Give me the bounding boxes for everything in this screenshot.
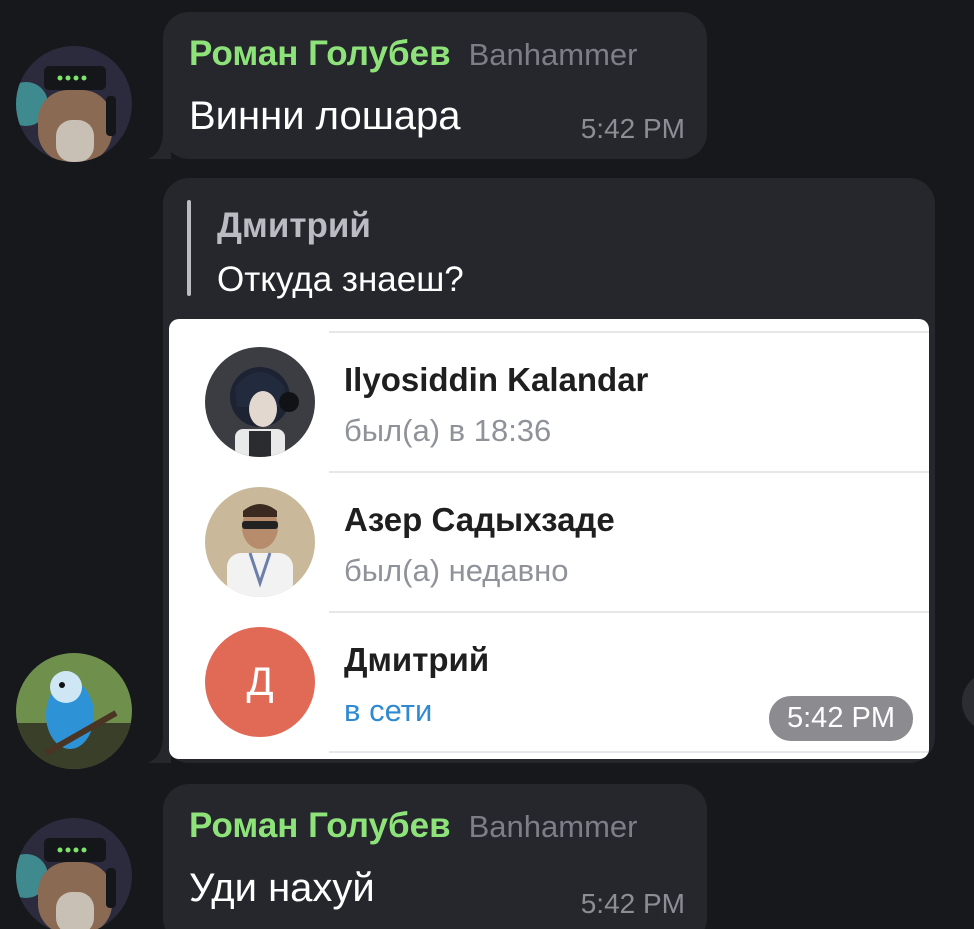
contact-status: был(а) недавно bbox=[344, 553, 569, 588]
sender-row: Роман Голубев Banhammer bbox=[189, 34, 637, 74]
contact-name: Дмитрий bbox=[344, 641, 490, 678]
contact-status-online: в сети bbox=[344, 693, 433, 728]
scroll-down-button[interactable] bbox=[962, 672, 974, 732]
chat-view: Роман Голубев Banhammer Винни лошара 5:42… bbox=[0, 0, 974, 929]
message-time: 5:42 PM bbox=[580, 113, 685, 144]
reply-bar bbox=[187, 200, 191, 296]
sender-name[interactable]: Роман Голубев bbox=[189, 806, 451, 845]
message-time: 5:42 PM bbox=[580, 888, 685, 919]
sender-row: Роман Голубев Banhammer bbox=[189, 806, 637, 846]
contact-row: Азер Садыхзаде был(а) недавно bbox=[169, 471, 929, 611]
anime-headphones-avatar-icon bbox=[205, 347, 315, 457]
contact-status: был(а) в 18:36 bbox=[344, 413, 552, 448]
message-text: Уди нахуй bbox=[189, 866, 375, 910]
bubble-tail bbox=[147, 739, 171, 763]
person-photo-avatar-icon bbox=[205, 487, 315, 597]
reply-text: Откуда знаеш? bbox=[217, 260, 464, 299]
sender-badge: Banhammer bbox=[468, 37, 638, 72]
sender-avatar[interactable] bbox=[16, 653, 132, 769]
sender-avatar[interactable] bbox=[16, 818, 132, 929]
bubble-tail bbox=[147, 135, 171, 159]
reply-author: Дмитрий bbox=[217, 206, 371, 245]
contact-row: Ilyosiddin Kalandar был(а) в 18:36 bbox=[169, 331, 929, 471]
sender-badge: Banhammer bbox=[468, 809, 638, 844]
contact-name: Ilyosiddin Kalandar bbox=[344, 361, 649, 398]
contact-letter-avatar: Д bbox=[205, 627, 315, 737]
budgie-avatar-icon bbox=[16, 653, 132, 769]
robot-bear-avatar-icon bbox=[16, 46, 132, 162]
contact-avatar bbox=[205, 347, 315, 457]
sender-avatar[interactable] bbox=[16, 46, 132, 162]
message-time-overlay: 5:42 PM bbox=[769, 696, 913, 741]
message-bubble-reply[interactable]: Дмитрий Откуда знаеш? Ilyosiddin Kalanda… bbox=[147, 178, 935, 763]
message-text: Винни лошара bbox=[189, 94, 461, 138]
robot-bear-avatar-icon bbox=[16, 818, 132, 929]
image-attachment[interactable]: Ilyosiddin Kalandar был(а) в 18:36 Азер … bbox=[169, 319, 929, 759]
contact-avatar bbox=[205, 487, 315, 597]
message-bubble[interactable]: Роман Голубев Banhammer Винни лошара 5:42… bbox=[147, 12, 707, 159]
contact-name: Азер Садыхзаде bbox=[344, 501, 615, 538]
message-bubble[interactable]: Роман Голубев Banhammer Уди нахуй 5:42 PM bbox=[163, 784, 707, 929]
divider bbox=[329, 751, 929, 753]
sender-name[interactable]: Роман Голубев bbox=[189, 34, 451, 73]
